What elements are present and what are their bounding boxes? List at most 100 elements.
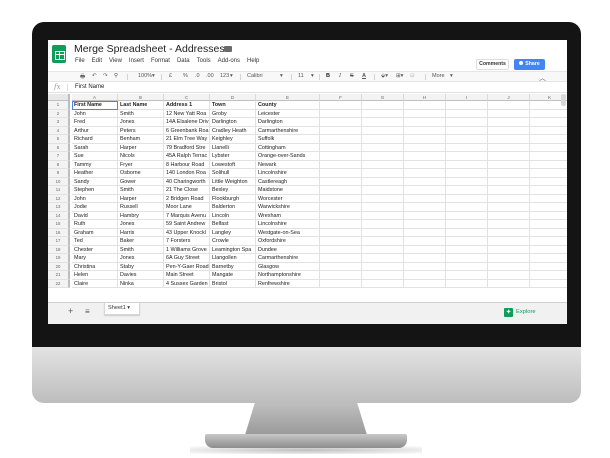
cell-b5[interactable]: Benham — [118, 135, 164, 144]
cell-c11[interactable]: 21 The Close — [164, 186, 210, 195]
row-number[interactable]: 21 — [48, 271, 70, 280]
cell-f16[interactable] — [320, 228, 362, 237]
cell-b7[interactable]: Nicols — [118, 152, 164, 161]
currency-format-button[interactable]: £ — [169, 73, 172, 79]
cell-b2[interactable]: Smith — [118, 109, 164, 118]
cell-e11[interactable]: Maidstone — [256, 186, 320, 195]
cell-c10[interactable]: 40 Charingworth — [164, 177, 210, 186]
cell-f9[interactable] — [320, 169, 362, 178]
cell-b18[interactable]: Smith — [118, 245, 164, 254]
cell-e19[interactable]: Carmarthenshire — [256, 254, 320, 263]
cell-b21[interactable]: Davies — [118, 271, 164, 280]
cell-e16[interactable]: Westgate-on-Sea — [256, 228, 320, 237]
row-number[interactable]: 1 — [48, 101, 70, 110]
cell-f6[interactable] — [320, 143, 362, 152]
cell-g8[interactable] — [362, 160, 404, 169]
cell-j4[interactable] — [488, 126, 530, 135]
cell-f19[interactable] — [320, 254, 362, 263]
cell-a4[interactable]: Arthur — [72, 126, 118, 135]
share-button[interactable]: Share — [514, 59, 545, 70]
cell-c15[interactable]: 59 Saint Andrew — [164, 220, 210, 229]
cell-f18[interactable] — [320, 245, 362, 254]
row-number[interactable]: 22 — [48, 279, 70, 288]
cell-g15[interactable] — [362, 220, 404, 229]
cell-d17[interactable]: Crowle — [210, 237, 256, 246]
cell-b3[interactable]: Jones — [118, 118, 164, 127]
column-header-b[interactable]: B — [118, 94, 164, 101]
cell-a13[interactable]: Jodie — [72, 203, 118, 212]
cell-a9[interactable]: Heather — [72, 169, 118, 178]
cell-e3[interactable]: Darlington — [256, 118, 320, 127]
cell-a5[interactable]: Richard — [72, 135, 118, 144]
cell-h19[interactable] — [404, 254, 446, 263]
cell-d8[interactable]: Lowestoft — [210, 160, 256, 169]
row-number[interactable]: 3 — [48, 118, 70, 127]
cell-d14[interactable]: Lincoln — [210, 211, 256, 220]
cell-f17[interactable] — [320, 237, 362, 246]
fill-color-icon[interactable]: ⬙▾ — [381, 73, 388, 79]
more-button[interactable]: More — [432, 73, 445, 79]
cell-j8[interactable] — [488, 160, 530, 169]
cell-b1[interactable]: Last Name — [118, 101, 164, 110]
cell-d2[interactable]: Groby — [210, 109, 256, 118]
cell-i10[interactable] — [446, 177, 488, 186]
menu-item-tools[interactable]: Tools — [197, 58, 211, 64]
cell-c18[interactable]: 1 Williams Grove — [164, 245, 210, 254]
cell-d10[interactable]: Little Weighton — [210, 177, 256, 186]
cell-h9[interactable] — [404, 169, 446, 178]
all-sheets-icon[interactable]: ≡ — [85, 307, 90, 316]
cell-a19[interactable]: Mary — [72, 254, 118, 263]
cell-k21[interactable] — [530, 271, 567, 280]
cell-g21[interactable] — [362, 271, 404, 280]
menu-item-data[interactable]: Data — [177, 58, 190, 64]
cell-b9[interactable]: Osborne — [118, 169, 164, 178]
row-number[interactable]: 9 — [48, 169, 70, 178]
zoom-select[interactable]: 100% — [138, 73, 152, 79]
cell-g22[interactable] — [362, 279, 404, 288]
row-number[interactable]: 6 — [48, 143, 70, 152]
cell-i15[interactable] — [446, 220, 488, 229]
cell-b6[interactable]: Harper — [118, 143, 164, 152]
cell-j10[interactable] — [488, 177, 530, 186]
explore-button[interactable]: ✦ Explore — [504, 307, 536, 318]
cell-g20[interactable] — [362, 262, 404, 271]
cell-c22[interactable]: 4 Sussex Garden — [164, 279, 210, 288]
cell-f1[interactable] — [320, 101, 362, 110]
cell-j2[interactable] — [488, 109, 530, 118]
cell-c21[interactable]: Main Street — [164, 271, 210, 280]
cell-f22[interactable] — [320, 279, 362, 288]
row-number[interactable]: 15 — [48, 220, 70, 229]
cell-a10[interactable]: Sandy — [72, 177, 118, 186]
column-header-e[interactable]: E — [256, 94, 320, 101]
cell-b10[interactable]: Gower — [118, 177, 164, 186]
spreadsheet-grid[interactable]: A B C D E F G H I J K 1 First Name Last Name Address 1… — [48, 94, 567, 302]
row-number[interactable]: 7 — [48, 152, 70, 161]
cell-b15[interactable]: Jones — [118, 220, 164, 229]
cell-k18[interactable] — [530, 246, 567, 254]
cell-f4[interactable] — [320, 126, 362, 135]
cell-d18[interactable]: Leamington Spa — [210, 245, 256, 254]
menu-item-edit[interactable]: Edit — [92, 58, 102, 64]
cell-a2[interactable]: John — [72, 109, 118, 118]
borders-icon[interactable]: ⊞▾ — [396, 73, 403, 79]
cell-e8[interactable]: Newark — [256, 160, 320, 169]
cell-a15[interactable]: Ruth — [72, 220, 118, 229]
folder-icon[interactable] — [224, 46, 232, 52]
cell-a1[interactable]: First Name — [72, 101, 118, 110]
row-number[interactable]: 13 — [48, 203, 70, 212]
cell-d12[interactable]: Flookburgh — [210, 194, 256, 203]
cell-g18[interactable] — [362, 245, 404, 254]
cell-d22[interactable]: Bristol — [210, 279, 256, 288]
cell-d1[interactable]: Town — [210, 101, 256, 110]
cell-a17[interactable]: Ted — [72, 237, 118, 246]
cell-e12[interactable]: Worcester — [256, 194, 320, 203]
row-number[interactable]: 19 — [48, 254, 70, 263]
cell-g6[interactable] — [362, 143, 404, 152]
cell-k8[interactable] — [530, 161, 567, 169]
cell-g10[interactable] — [362, 177, 404, 186]
cell-g4[interactable] — [362, 126, 404, 135]
sheet-tab[interactable]: Sheet1 ▾ — [104, 303, 140, 315]
cell-i19[interactable] — [446, 254, 488, 263]
cell-d11[interactable]: Bexley — [210, 186, 256, 195]
cell-i1[interactable] — [446, 101, 488, 110]
